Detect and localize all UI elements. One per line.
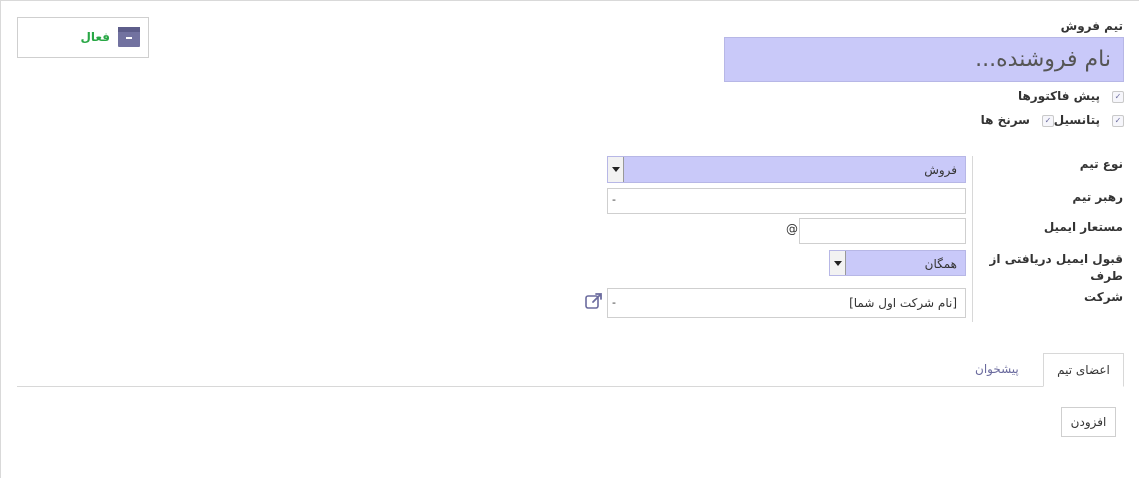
email-alias-input[interactable] [799,218,966,244]
quotations-checkbox[interactable]: ✓ [1112,91,1124,103]
accept-emails-select[interactable]: همگان [829,250,966,276]
team-type-select[interactable]: فروش [607,156,966,183]
tab-dashboard[interactable]: پیشخوان [975,362,1019,376]
leads-checkbox-label: سرنخ ها [980,113,1030,127]
leads-checkbox[interactable]: ✓ [1042,115,1054,127]
accept-emails-label: قبول ایمیل دریافتی از طرف [989,252,1124,283]
archive-icon [118,27,140,47]
team-type-value: فروش [924,163,957,177]
active-toggle-button[interactable]: فعال [17,17,149,58]
team-leader-value: - [612,193,616,206]
chevron-down-icon[interactable] [830,251,846,275]
chevron-down-icon[interactable] [608,157,624,182]
opportunities-checkbox-label: پتانسیل [1053,113,1100,127]
add-member-button[interactable]: افزودن [1061,407,1116,437]
company-dropdown-caret: - [612,296,616,309]
tab-team-members[interactable]: اعضای تیم [1043,353,1124,387]
external-link-icon[interactable] [584,291,604,311]
field-separator [972,156,973,322]
tabs-divider [17,386,1123,387]
quotations-checkbox-label: پیش فاکتورها [1017,89,1100,103]
team-leader-field[interactable]: - [607,188,966,214]
email-alias-label: مستعار ایمیل [1043,220,1123,234]
email-at-sign: @ [786,222,798,236]
sales-team-name-label: تیم فروش [1060,19,1123,33]
opportunities-checkbox[interactable]: ✓ [1112,115,1124,127]
team-leader-label: رهبر تیم [1072,190,1123,204]
team-type-label: نوع تیم [1079,157,1123,171]
active-label: فعال [80,30,110,44]
company-label: شرکت [1084,290,1123,304]
company-value: [نام شرکت اول شما] [849,296,957,310]
sales-team-name-input[interactable]: نام فروشنده... [724,37,1124,82]
company-field[interactable]: - [نام شرکت اول شما] [607,288,966,318]
accept-emails-value: همگان [924,257,957,271]
